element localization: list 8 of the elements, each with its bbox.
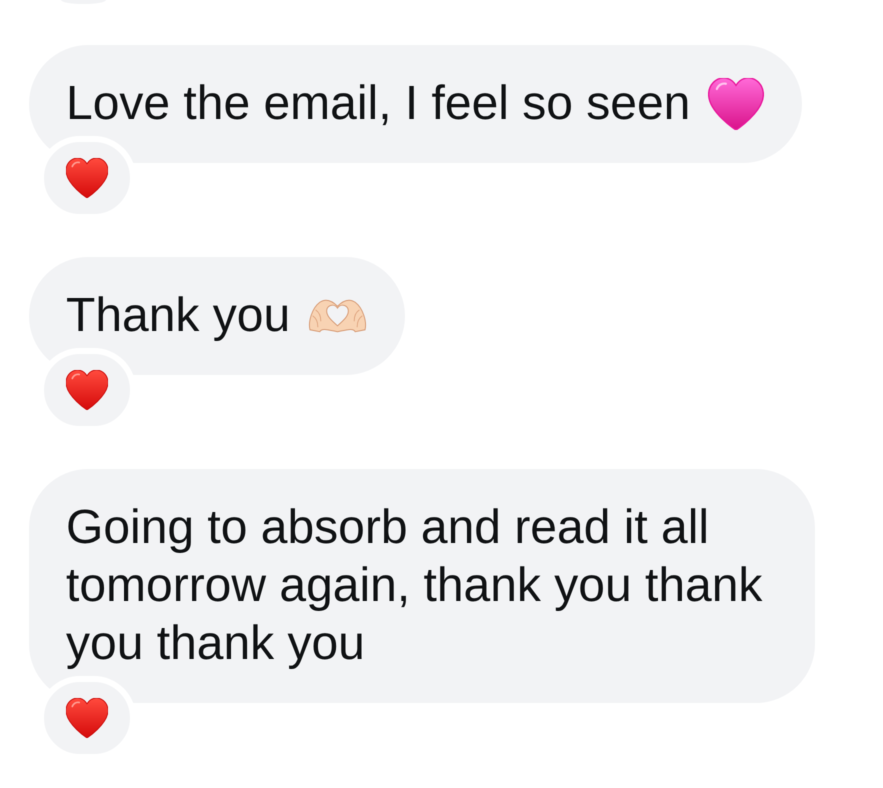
message-text: Love the email, I feel so seen xyxy=(66,76,690,132)
heart-icon xyxy=(708,78,764,130)
heart-icon xyxy=(66,158,108,198)
message-text: Going to absorb and read it all tomorrow again, thank you thank you thank you xyxy=(66,500,764,672)
heart-hands-icon xyxy=(308,297,368,335)
heart-icon xyxy=(66,698,108,738)
message-text: Thank you xyxy=(66,288,290,344)
heart-icon xyxy=(66,370,108,410)
